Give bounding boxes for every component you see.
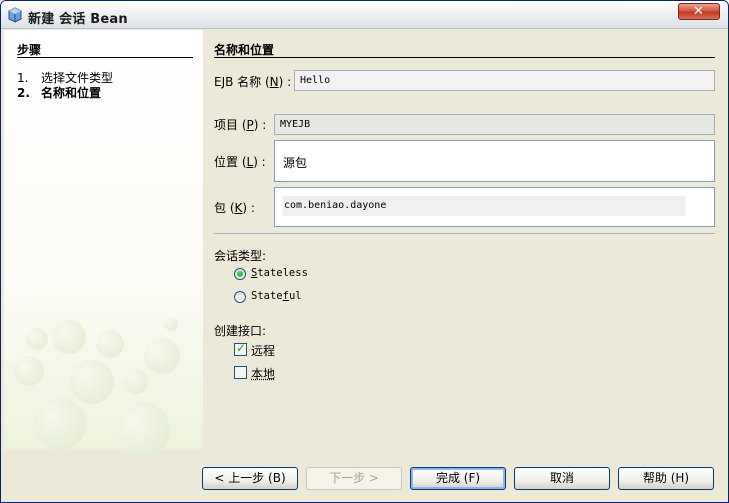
dialog-window: 新建 会话 Bean ✕ 步骤 1. 选择文件类型 2. 名称和位置 名称和位置 E… (0, 0, 729, 503)
form-divider (214, 233, 715, 234)
window-title: 新建 会话 Bean (28, 12, 128, 27)
stateful-radio[interactable] (234, 291, 246, 303)
decor-bubble (96, 330, 124, 358)
decor-bubble (52, 320, 86, 354)
decor-bubble (34, 398, 86, 450)
close-button[interactable]: ✕ (678, 3, 720, 20)
section-divider (214, 57, 715, 58)
interfaces-label: 创建接口: (214, 324, 267, 338)
section-heading: 名称和位置 (214, 43, 275, 57)
checkmark-icon: ✓ (236, 341, 247, 355)
decor-bubble (114, 402, 170, 458)
location-label: 位置 (L) : (214, 155, 266, 169)
local-checkbox[interactable] (234, 366, 247, 379)
package-combo[interactable]: com.beniao.dayone (274, 187, 715, 227)
form-panel: 名称和位置 EJB 名称 (N) : Hello 项目 (P) : MYEJB … (203, 30, 726, 449)
title-bar[interactable]: 新建 会话 Bean ✕ (1, 1, 728, 29)
step-label: 名称和位置 (41, 86, 102, 100)
remote-checkbox[interactable]: ✓ (234, 341, 247, 356)
next-button[interactable]: 下一步 > (306, 467, 402, 490)
steps-divider (17, 57, 193, 58)
decor-bubble (26, 328, 48, 350)
project-label: 项目 (P) : (214, 118, 267, 132)
remote-label[interactable]: 远程 (251, 342, 275, 359)
package-input[interactable]: com.beniao.dayone (283, 196, 685, 216)
radio-selected-dot (237, 271, 243, 277)
decor-bubble (164, 317, 178, 331)
package-label: 包 (K) : (214, 201, 255, 215)
stateful-label[interactable]: Stateful (251, 290, 302, 302)
step-number: 2. (17, 86, 30, 100)
decor-bubble (144, 338, 180, 374)
decor-bubble (70, 360, 114, 404)
location-value: 源包 (283, 156, 308, 170)
location-select[interactable]: 源包 (274, 140, 715, 182)
ejb-name-label: EJB 名称 (N) : (214, 75, 292, 89)
steps-panel: 步骤 1. 选择文件类型 2. 名称和位置 (4, 30, 203, 458)
local-label[interactable]: 本地 (251, 365, 275, 382)
step-label: 选择文件类型 (41, 71, 114, 85)
step-number: 1. (17, 71, 29, 85)
session-type-label: 会话类型: (214, 249, 267, 263)
help-button[interactable]: 帮助 (H) (618, 467, 714, 490)
project-field: MYEJB (274, 114, 715, 135)
decor-bubble (124, 370, 148, 394)
step-item-current: 2. 名称和位置 (17, 84, 101, 101)
stateless-radio[interactable] (234, 268, 246, 280)
ejb-name-input[interactable]: Hello (294, 70, 715, 91)
close-icon: ✕ (693, 4, 704, 19)
netbeans-cube-icon (8, 7, 22, 23)
back-button[interactable]: < 上一步 (B) (202, 467, 298, 490)
cancel-button[interactable]: 取消 (514, 467, 610, 490)
decor-bubble (14, 356, 44, 386)
steps-heading: 步骤 (17, 43, 42, 57)
stateless-label[interactable]: Stateless (251, 267, 308, 279)
finish-button[interactable]: 完成 (F) (410, 467, 506, 490)
